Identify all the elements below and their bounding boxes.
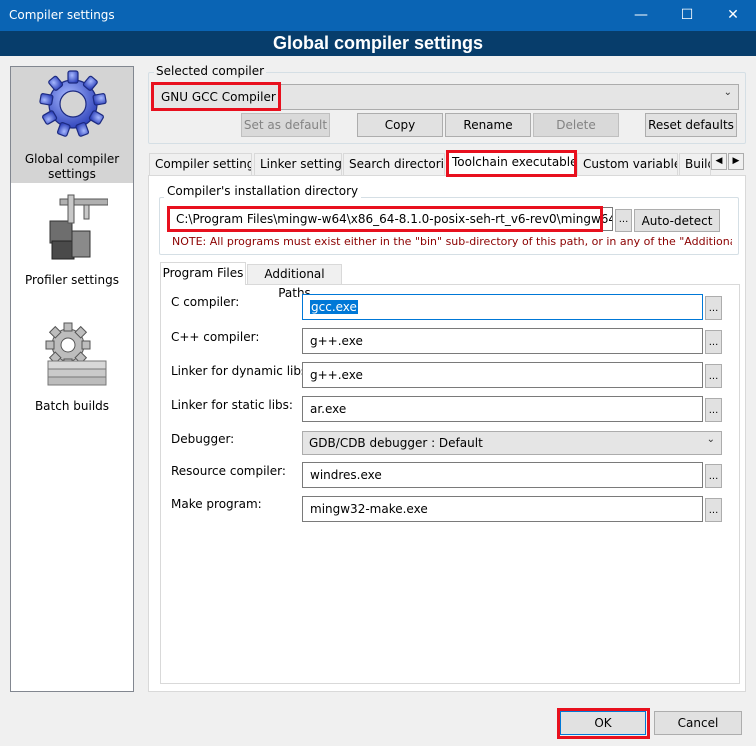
c-compiler-field[interactable]: gcc.exe — [302, 294, 703, 320]
rename-button[interactable]: Rename — [445, 113, 531, 137]
linker-dynamic-label: Linker for dynamic libs: — [171, 364, 312, 378]
sidebar-item-profiler[interactable]: Profiler settings — [11, 187, 133, 297]
highlight-compiler-box — [151, 82, 281, 111]
resource-compiler-label: Resource compiler: — [171, 464, 286, 478]
debugger-select[interactable]: GDB/CDB debugger : Default ⌄ — [302, 431, 722, 455]
batch-gear-icon — [45, 322, 107, 386]
highlight-ok-button — [557, 708, 650, 739]
cpp-compiler-browse-button[interactable]: ... — [705, 330, 722, 354]
settings-category-list: Global compiler settings Profiler settin… — [10, 66, 134, 692]
reset-defaults-button[interactable]: Reset defaults — [645, 113, 737, 137]
install-dir-note: NOTE: All programs must exist either in … — [172, 235, 732, 248]
linker-dynamic-field[interactable]: g++.exe — [302, 362, 703, 388]
auto-detect-button[interactable]: Auto-detect — [634, 209, 720, 232]
tab-scroll-right-icon[interactable]: ▶ — [728, 153, 744, 170]
sidebar-item-label-line2: settings — [48, 167, 96, 181]
caliper-icon — [49, 194, 108, 260]
close-button[interactable]: ✕ — [710, 0, 756, 31]
minimize-button[interactable]: — — [618, 0, 664, 31]
title-bar: Compiler settings — ☐ ✕ — [0, 0, 756, 31]
c-compiler-browse-button[interactable]: ... — [705, 296, 722, 320]
copy-button[interactable]: Copy — [357, 113, 443, 137]
tab-search-directories[interactable]: Search directories — [343, 153, 445, 175]
tab-compiler-settings[interactable]: Compiler settings — [149, 153, 252, 175]
linker-static-browse-button[interactable]: ... — [705, 398, 722, 422]
sidebar-item-batch-builds[interactable]: Batch builds — [11, 317, 133, 417]
make-program-label: Make program: — [171, 497, 262, 511]
resource-compiler-field[interactable]: windres.exe — [302, 462, 703, 488]
install-dir-legend: Compiler's installation directory — [164, 184, 362, 198]
resource-compiler-browse-button[interactable]: ... — [705, 464, 722, 488]
tab-additional-paths[interactable]: Additional Paths — [247, 264, 342, 300]
tab-custom-variables[interactable]: Custom variables — [577, 153, 678, 175]
linker-static-field[interactable]: ar.exe — [302, 396, 703, 422]
sidebar-item-global-compiler[interactable]: Global compiler settings — [11, 67, 133, 183]
make-program-browse-button[interactable]: ... — [705, 498, 722, 522]
install-dir-browse-button[interactable]: ... — [615, 209, 632, 232]
c-compiler-label: C compiler: — [171, 295, 240, 309]
tab-linker-settings[interactable]: Linker settings — [254, 153, 342, 175]
cancel-button[interactable]: Cancel — [654, 711, 742, 735]
delete-button[interactable]: Delete — [533, 113, 619, 137]
sidebar-item-label-line1: Global compiler — [24, 152, 120, 166]
tab-program-files[interactable]: Program Files — [160, 262, 246, 285]
set-as-default-button[interactable]: Set as default — [241, 113, 330, 137]
c-compiler-value: gcc.exe — [310, 300, 358, 314]
cpp-compiler-field[interactable]: g++.exe — [302, 328, 703, 354]
chevron-down-icon: ⌄ — [706, 434, 715, 445]
debugger-label: Debugger: — [171, 432, 235, 446]
page-title: Global compiler settings — [0, 31, 756, 56]
cpp-compiler-label: C++ compiler: — [171, 330, 260, 344]
selected-compiler-legend: Selected compiler — [154, 64, 267, 78]
highlight-install-dir — [167, 206, 603, 232]
tab-scroll-left-icon[interactable]: ◀ — [711, 153, 727, 170]
debugger-select-value: GDB/CDB debugger : Default — [309, 436, 483, 450]
sidebar-item-label: Batch builds — [34, 399, 110, 413]
sidebar-item-label: Profiler settings — [25, 273, 119, 287]
tab-build[interactable]: Build — [679, 153, 711, 175]
maximize-button[interactable]: ☐ — [664, 0, 710, 31]
linker-dynamic-browse-button[interactable]: ... — [705, 364, 722, 388]
window-title: Compiler settings — [9, 8, 115, 22]
sidebar-item-label: Global compiler settings — [11, 152, 133, 182]
make-program-field[interactable]: mingw32-make.exe — [302, 496, 703, 522]
linker-static-label: Linker for static libs: — [171, 398, 293, 412]
chevron-down-icon: ⌄ — [723, 87, 732, 98]
highlight-toolchain-tab — [446, 150, 577, 177]
gear-icon — [39, 70, 107, 137]
